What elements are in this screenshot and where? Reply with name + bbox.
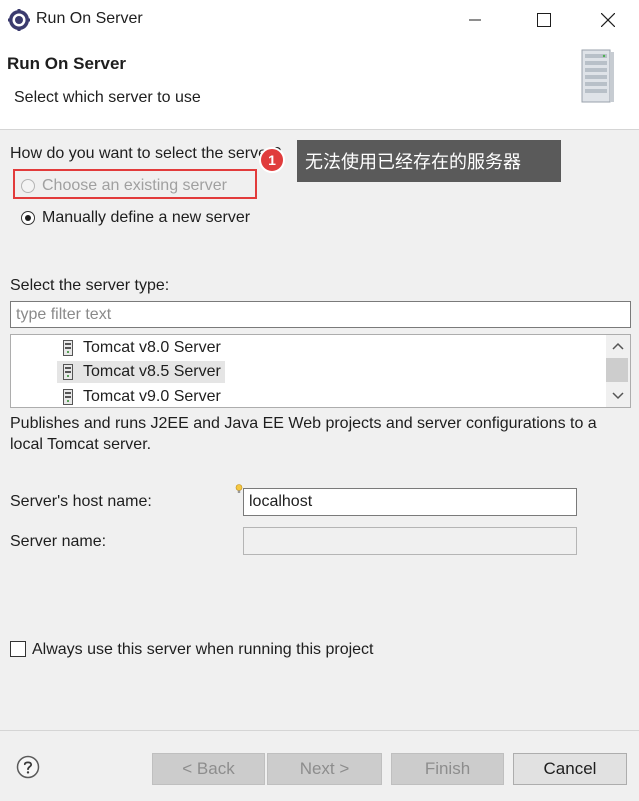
list-item-label: Tomcat v8.0 Server	[83, 339, 221, 356]
server-icon	[63, 364, 73, 380]
page-title: Run On Server	[7, 54, 127, 73]
manual-define-radio[interactable]	[21, 211, 35, 225]
scroll-thumb[interactable]	[606, 358, 628, 382]
finish-button[interactable]: Finish	[391, 753, 504, 785]
close-button[interactable]	[585, 0, 631, 40]
annotation-badge: 1	[259, 147, 285, 173]
server-name-input[interactable]	[243, 527, 577, 555]
maximize-icon	[537, 13, 551, 27]
always-use-checkbox[interactable]	[10, 641, 26, 657]
server-tower-icon	[581, 49, 614, 103]
server-type-description: Publishes and runs J2EE and Java EE Web …	[10, 415, 597, 453]
close-icon	[601, 13, 615, 27]
next-button[interactable]: Next >	[267, 753, 382, 785]
chevron-down-icon	[612, 392, 624, 400]
server-icon	[63, 389, 73, 405]
minimize-icon	[469, 19, 481, 21]
choose-existing-radio[interactable]	[21, 179, 35, 193]
manual-define-label[interactable]: Manually define a new server	[42, 209, 250, 227]
selection-question: How do you want to select the server?	[10, 145, 282, 162]
list-item-label: Tomcat v9.0 Server	[83, 388, 221, 405]
cancel-button[interactable]: Cancel	[513, 753, 627, 785]
minimize-button[interactable]	[452, 0, 498, 40]
scroll-up-button[interactable]	[606, 336, 630, 356]
content-assist-bulb-icon	[235, 484, 243, 493]
server-icon	[63, 340, 73, 356]
always-use-label[interactable]: Always use this server when running this…	[32, 641, 374, 659]
server-type-label: Select the server type:	[10, 277, 170, 294]
back-button[interactable]: < Back	[152, 753, 265, 785]
list-item[interactable]: Tomcat v8.5 Server	[57, 361, 225, 383]
footer-divider	[0, 730, 639, 731]
server-name-label: Server name:	[10, 533, 107, 550]
page-description: Select which server to use	[14, 89, 201, 106]
eclipse-gear-icon	[8, 9, 30, 31]
choose-existing-label[interactable]: Choose an existing server	[42, 177, 227, 195]
server-type-list[interactable]: Tomcat v8.0 Server Tomcat v8.5 Server To…	[10, 334, 631, 408]
window-title: Run On Server	[36, 10, 143, 27]
chevron-up-icon	[612, 342, 624, 350]
host-name-label: Server's host name:	[10, 493, 152, 510]
list-item[interactable]: Tomcat v9.0 Server	[57, 386, 225, 407]
server-type-filter-input[interactable]	[10, 301, 631, 328]
annotation-tooltip: 无法使用已经存在的服务器	[297, 140, 561, 182]
maximize-button[interactable]	[521, 0, 567, 40]
list-item[interactable]: Tomcat v8.0 Server	[57, 337, 225, 359]
help-icon[interactable]	[16, 755, 40, 779]
scroll-down-button[interactable]	[606, 386, 630, 406]
list-item-label: Tomcat v8.5 Server	[83, 363, 221, 380]
host-name-input[interactable]	[243, 488, 577, 516]
